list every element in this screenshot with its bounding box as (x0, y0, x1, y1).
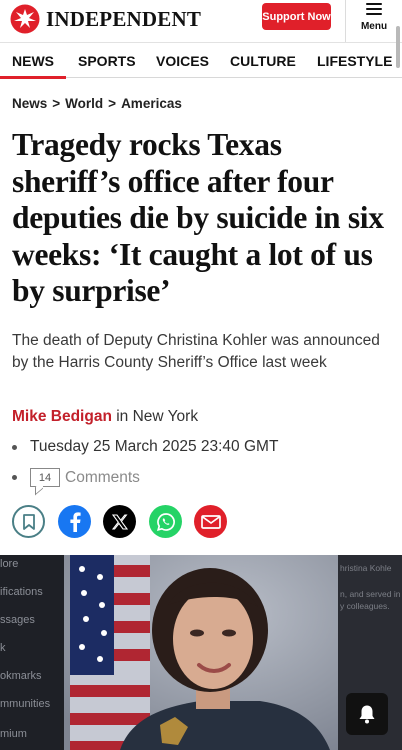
section-nav: NEWS SPORTS VOICES CULTURE LIFESTYLE (0, 42, 402, 79)
article-standfirst: The death of Deputy Christina Kohler was… (12, 332, 380, 371)
menu-fragment: mium (0, 728, 27, 740)
menu-fragment: lore (0, 558, 19, 570)
menu-label: Menu (360, 21, 388, 32)
menu-fragment: okmarks (0, 670, 42, 682)
breadcrumb: News > World > Americas (12, 96, 182, 111)
x-icon (111, 513, 128, 530)
bookmark-button[interactable] (12, 505, 45, 538)
whatsapp-icon (156, 512, 175, 531)
comments-link[interactable]: Comments (65, 469, 140, 487)
caption-fragment: hristina Kohle (340, 563, 392, 573)
facebook-share-button[interactable] (58, 505, 91, 538)
header-divider (345, 0, 346, 42)
site-header: INDEPENDENT Support Now Menu (0, 0, 402, 42)
menu-fragment: k (0, 642, 6, 654)
breadcrumb-separator: > (108, 96, 117, 111)
bullet-dot (12, 475, 17, 480)
notification-bell-button[interactable] (346, 693, 388, 735)
author-location: in New York (111, 408, 199, 425)
email-share-button[interactable] (194, 505, 227, 538)
article-headline: Tragedy rocks Texas sheriff’s office aft… (12, 127, 384, 308)
nav-item-news[interactable]: NEWS (0, 43, 66, 79)
comments-row[interactable]: 14 Comments (12, 468, 140, 487)
app-menu-overlay-left: lore ifications ssages k okmarks mmuniti… (0, 555, 64, 750)
article-byline: Mike Bedigan in New York (12, 408, 198, 426)
menu-button[interactable]: Menu (350, 0, 398, 40)
breadcrumb-separator: > (52, 96, 61, 111)
breadcrumb-world[interactable]: World (65, 96, 103, 111)
caption-fragment: y colleagues. (340, 601, 390, 611)
menu-fragment: ifications (0, 586, 43, 598)
comment-count-badge[interactable]: 14 (30, 468, 60, 487)
menu-fragment: ssages (0, 614, 35, 626)
email-icon (200, 514, 221, 529)
publish-date: Tuesday 25 March 2025 23:40 GMT (30, 438, 279, 455)
eagle-logo-icon (10, 4, 40, 34)
facebook-icon (69, 511, 81, 532)
breadcrumb-news[interactable]: News (12, 96, 47, 111)
nav-item-sports[interactable]: SPORTS (78, 43, 136, 78)
nav-item-culture[interactable]: CULTURE (230, 43, 296, 78)
breadcrumb-americas[interactable]: Americas (121, 96, 182, 111)
menu-fragment: mmunities (0, 698, 51, 710)
whatsapp-share-button[interactable] (149, 505, 182, 538)
author-link[interactable]: Mike Bedigan (12, 408, 112, 425)
nav-item-voices[interactable]: VOICES (156, 43, 209, 78)
site-logo-text: INDEPENDENT (46, 6, 202, 31)
site-logo[interactable]: INDEPENDENT (10, 2, 220, 36)
support-now-button[interactable]: Support Now (262, 3, 331, 30)
caption-fragment: n, and served in (340, 589, 401, 599)
article-photo[interactable]: lore ifications ssages k okmarks mmuniti… (0, 555, 402, 750)
publish-date-row: Tuesday 25 March 2025 23:40 GMT (12, 438, 278, 456)
x-share-button[interactable] (103, 505, 136, 538)
bookmark-icon (22, 513, 35, 530)
bell-icon (359, 705, 375, 724)
hamburger-icon (366, 3, 382, 15)
page-scrollbar[interactable] (396, 26, 400, 68)
bullet-dot (12, 444, 17, 450)
nav-item-lifestyle[interactable]: LIFESTYLE (317, 43, 392, 78)
